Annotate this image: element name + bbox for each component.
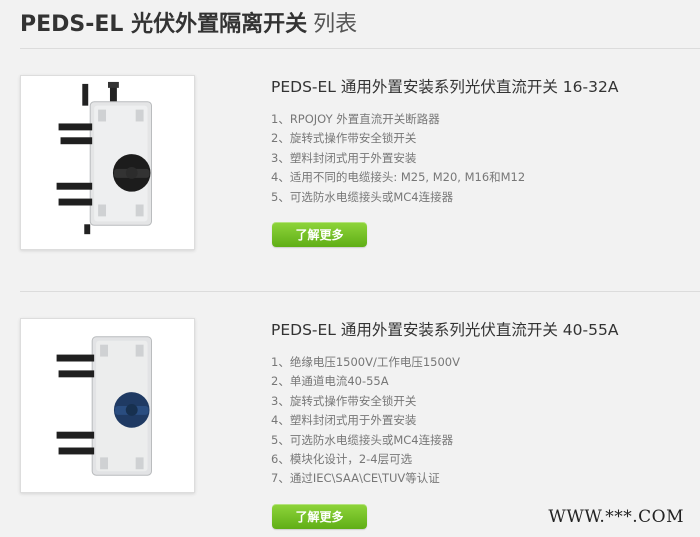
feature-list-2: 1、绝缘电压1500V/工作电压1500V 2、单通道电流40-55A 3、旋转… [271, 353, 460, 489]
feature-item: 3、旋转式操作带安全锁开关 [271, 393, 417, 408]
product-title-1[interactable]: PEDS-EL 通用外置安装系列光伏直流开关 16-32A [271, 77, 618, 97]
feature-item: 6、模块化设计，2-4层可选 [271, 452, 413, 467]
feature-item: 3、塑料封闭式用于外置安装 [271, 150, 417, 165]
feature-item: 5、可选防水电缆接头或MC4连接器 [271, 432, 454, 447]
watermark: WWW.***.COM [548, 507, 684, 527]
page-title-suffix: 列表 [313, 12, 358, 37]
switch-box-image [21, 319, 194, 492]
feature-item: 1、绝缘电压1500V/工作电压1500V [271, 355, 460, 369]
feature-item: 4、适用不同的电缆接头: M25, M20, M16和M12 [271, 170, 526, 185]
page-title-main: PEDS-EL 光伏外置隔离开关 [20, 12, 308, 37]
product-image-1[interactable] [20, 75, 195, 250]
feature-item: 7、通过IEC\SAA\CE\TUV等认证 [271, 471, 440, 486]
feature-item: 4、塑料封闭式用于外置安装 [271, 413, 417, 428]
product-divider [20, 291, 700, 292]
switch-box-image [21, 76, 194, 249]
title-divider [20, 48, 700, 49]
learn-more-button-1[interactable]: 了解更多 [272, 222, 367, 247]
learn-more-button-2[interactable]: 了解更多 [272, 504, 367, 529]
feature-item: 1、RPOJOY 外置直流开关断路器 [271, 112, 440, 126]
feature-item: 2、单通道电流40-55A [271, 374, 389, 389]
feature-list-1: 1、RPOJOY 外置直流开关断路器 2、旋转式操作带安全锁开关 3、塑料封闭式… [271, 110, 525, 207]
product-title-2[interactable]: PEDS-EL 通用外置安装系列光伏直流开关 40-55A [271, 320, 618, 340]
product-image-2[interactable] [20, 318, 195, 493]
feature-item: 5、可选防水电缆接头或MC4连接器 [271, 189, 454, 204]
page-title: PEDS-EL 光伏外置隔离开关 列表 [20, 10, 357, 40]
feature-item: 2、旋转式操作带安全锁开关 [271, 131, 417, 146]
